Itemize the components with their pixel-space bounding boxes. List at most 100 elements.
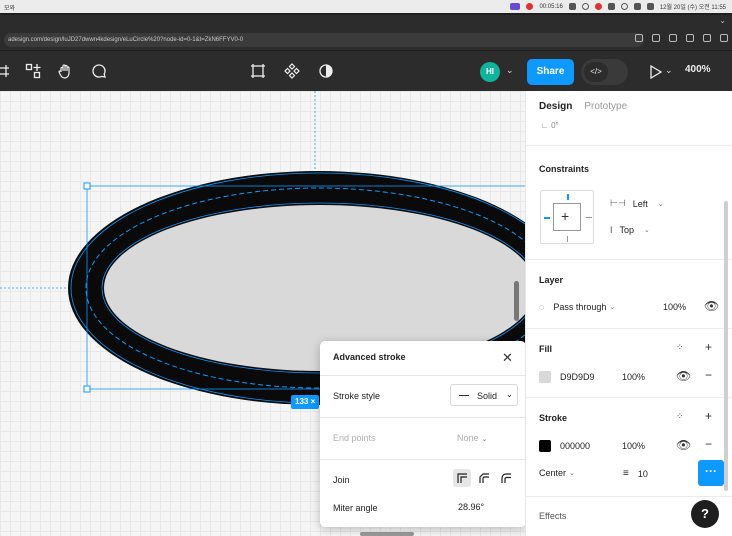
miter-angle-input[interactable]: 28.96° <box>458 502 484 512</box>
wifi-icon[interactable] <box>620 3 628 10</box>
help-button[interactable]: ? <box>691 500 719 528</box>
dev-mode-toggle[interactable]: </> <box>581 59 628 85</box>
browser-tab-strip: ⌄ <box>0 13 732 30</box>
stroke-swatch[interactable] <box>539 440 551 452</box>
vertical-constraint-icon: I <box>610 225 613 235</box>
layer-opacity-input[interactable]: 100% <box>663 302 686 312</box>
plus-icon: + <box>561 208 570 224</box>
search-icon[interactable] <box>633 3 641 10</box>
stroke-position-select[interactable]: Center ⌄ <box>539 468 575 478</box>
fill-opacity-input[interactable]: 100% <box>622 372 645 382</box>
right-constraint-marker[interactable] <box>586 217 592 218</box>
zoom-icon[interactable] <box>635 34 643 42</box>
left-constraint-marker[interactable] <box>544 217 550 219</box>
browser-tab[interactable] <box>0 15 732 30</box>
fill-hex[interactable]: D9D9D9 <box>560 372 595 382</box>
eye-icon[interactable]: 👁 <box>704 299 719 313</box>
horizontal-constraint-value: Left <box>632 198 648 209</box>
pause-icon[interactable] <box>568 3 576 10</box>
chevron-down-icon[interactable]: ⌄ <box>665 65 673 76</box>
shape-icon[interactable] <box>25 63 41 79</box>
styles-grid-icon[interactable]: ⁘ <box>676 342 684 353</box>
stroke-opacity-input[interactable]: 100% <box>622 441 645 451</box>
canvas-horizontal-scrollbar[interactable] <box>360 532 414 536</box>
tab-prototype[interactable]: Prototype <box>584 101 627 112</box>
stroke-weight-value: 10 <box>637 468 648 479</box>
comment-icon[interactable] <box>91 63 107 79</box>
stroke-style-select[interactable]: Solid ⌄ <box>450 384 518 406</box>
profile-icon[interactable] <box>703 34 711 42</box>
contrast-icon[interactable] <box>318 63 334 79</box>
blend-mode-value: Pass through <box>553 302 607 312</box>
add-stroke-icon[interactable]: + <box>705 409 712 423</box>
frame-icon[interactable] <box>0 63 10 79</box>
app-status-icon[interactable] <box>510 3 521 10</box>
os-menu-bar: 모와 00:05:16 12월 20일 (수) 오전 11:55 <box>0 0 732 13</box>
avatar[interactable]: HI <box>480 62 500 82</box>
extension-icon[interactable] <box>669 34 677 42</box>
advanced-stroke-button[interactable]: ··· <box>698 460 724 486</box>
top-constraint-marker[interactable] <box>567 194 569 200</box>
panel-scrollbar[interactable] <box>724 201 728 491</box>
chevron-down-icon: ⌄ <box>609 304 616 311</box>
share-button[interactable]: Share <box>527 59 574 85</box>
round-join-option[interactable] <box>497 469 515 487</box>
miter-join-option[interactable] <box>453 469 471 487</box>
fill-row[interactable]: D9D9D9 <box>539 371 595 383</box>
menu-icon[interactable] <box>720 34 728 42</box>
component-icon[interactable] <box>284 63 300 79</box>
blend-mode-select[interactable]: ◌ Pass through ⌄ <box>539 302 615 312</box>
effects-title: Effects <box>539 511 567 521</box>
divider <box>320 459 526 460</box>
crop-icon[interactable] <box>250 63 266 79</box>
remove-fill-icon[interactable]: − <box>705 368 712 382</box>
record-icon[interactable] <box>526 3 534 10</box>
bevel-join-option[interactable] <box>475 469 493 487</box>
constraint-widget[interactable]: + <box>540 190 594 244</box>
stroke-row[interactable]: 000000 <box>539 440 590 452</box>
tab-list-chevron-icon[interactable]: ⌄ <box>719 16 726 25</box>
stroke-weight-input[interactable]: ≡ 10 <box>623 468 648 479</box>
horizontal-constraint-select[interactable]: ⊢⊣ Left ⌄ <box>610 198 664 209</box>
divider <box>320 375 526 376</box>
battery-icon[interactable] <box>607 3 615 10</box>
end-points-label: End points <box>333 433 376 443</box>
resize-handle[interactable] <box>83 182 91 190</box>
sidebar-icon[interactable] <box>686 34 694 42</box>
vertical-constraint-value: Top <box>619 225 635 235</box>
eye-icon[interactable]: 👁 <box>676 438 691 452</box>
stroke-title: Stroke <box>539 413 568 423</box>
styles-grid-icon[interactable]: ⁘ <box>676 411 684 422</box>
play-icon[interactable] <box>647 64 663 80</box>
bookmark-icon[interactable] <box>652 34 660 42</box>
stroke-hex[interactable]: 000000 <box>560 441 590 451</box>
status-icons: 00:05:16 12월 20일 (수) 오전 11:55 <box>510 2 726 11</box>
remove-stroke-icon[interactable]: − <box>705 437 712 451</box>
hand-icon[interactable] <box>57 63 73 79</box>
end-points-select[interactable]: None ⌄ <box>457 433 487 443</box>
status-app-icon[interactable] <box>594 3 602 10</box>
rotation-value[interactable]: ∟ 0° <box>541 121 559 130</box>
clock[interactable]: 12월 20일 (수) 오전 11:55 <box>660 2 726 11</box>
divider <box>526 496 732 497</box>
add-fill-icon[interactable]: + <box>705 340 712 354</box>
divider <box>526 397 732 398</box>
control-center-icon[interactable] <box>646 3 654 10</box>
stop-icon[interactable] <box>581 3 589 10</box>
url-field[interactable]: adesign.com/design/luJD27dwwn4kdesign/eL… <box>4 33 644 47</box>
fill-swatch[interactable] <box>539 371 551 383</box>
eye-icon[interactable]: 👁 <box>676 369 691 383</box>
vertical-constraint-select[interactable]: I Top ⌄ <box>610 225 650 235</box>
tab-design[interactable]: Design <box>539 101 572 112</box>
bottom-constraint-marker[interactable] <box>567 236 568 242</box>
chevron-down-icon[interactable]: ⌄ <box>506 65 514 76</box>
zoom-level[interactable]: 400% <box>685 64 711 75</box>
join-options <box>453 469 515 487</box>
resize-handle[interactable] <box>83 385 91 393</box>
close-icon[interactable]: ✕ <box>502 350 513 366</box>
rotation-icon: ∟ <box>541 121 552 130</box>
blend-mode-icon: ◌ <box>539 302 545 312</box>
layer-title: Layer <box>539 275 564 285</box>
menu-app-label[interactable]: 모와 <box>4 3 15 12</box>
canvas-vertical-scrollbar[interactable] <box>514 281 519 321</box>
